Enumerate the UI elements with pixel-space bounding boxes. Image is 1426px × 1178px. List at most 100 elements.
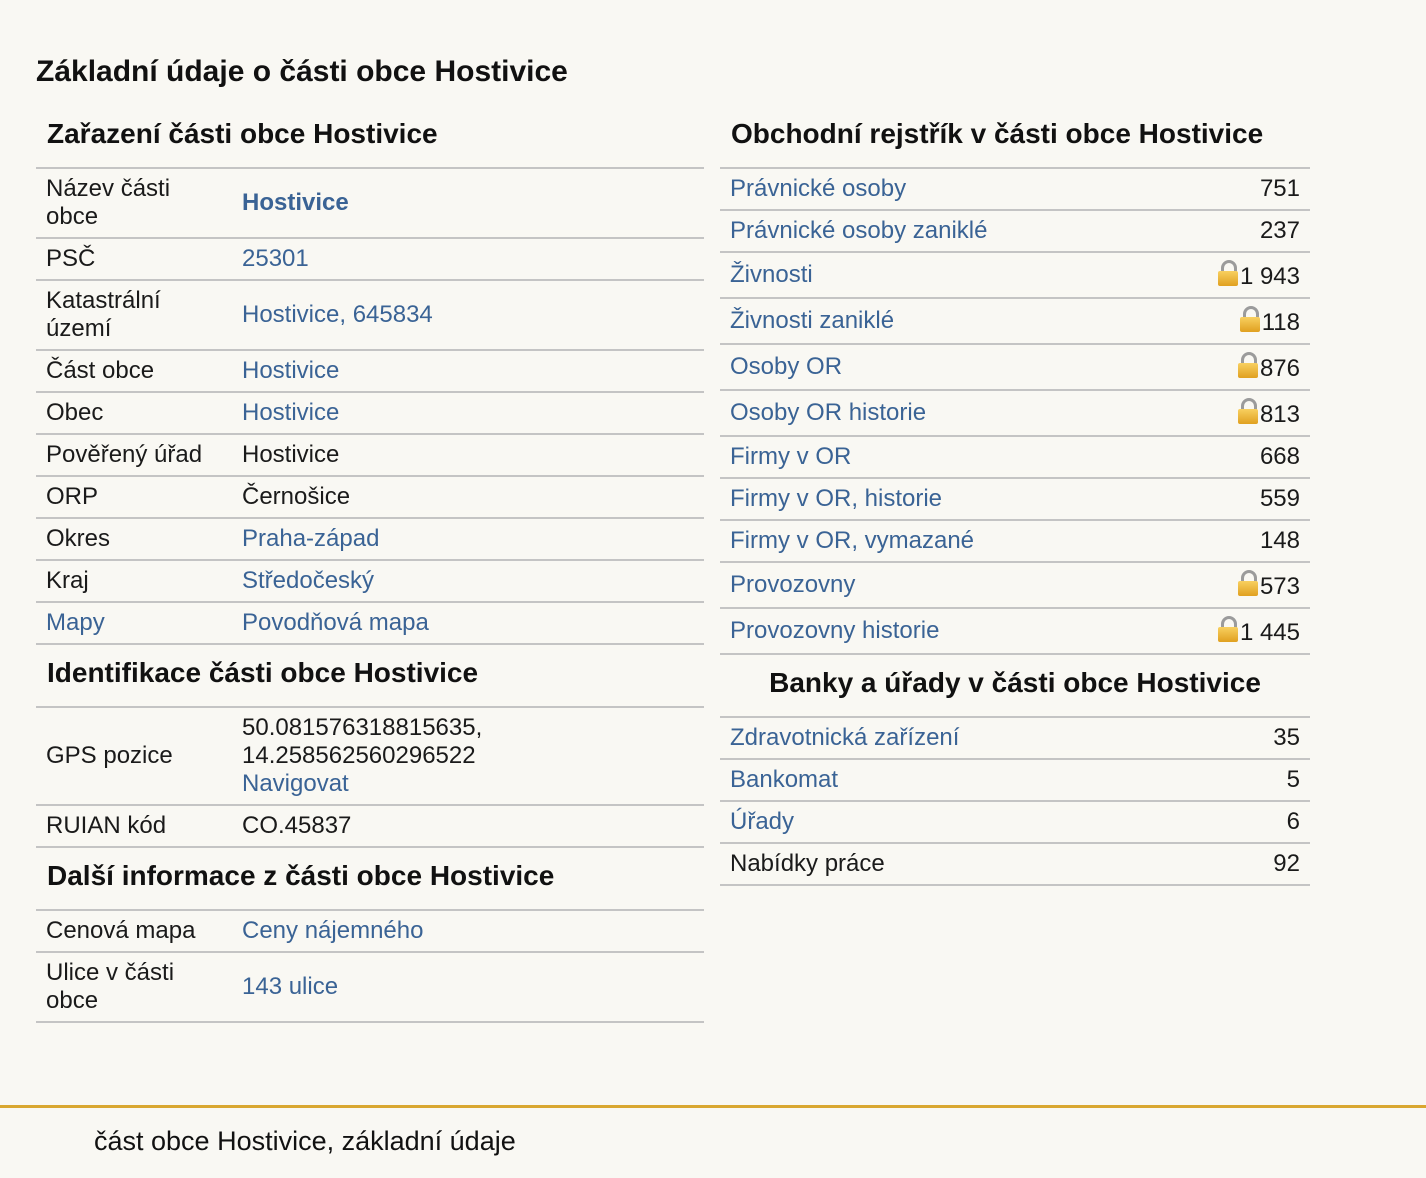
row-label: Kraj xyxy=(36,560,232,603)
table-row: Živnosti zaniklé 118 xyxy=(720,298,1310,345)
identifikace-table: GPS pozice 50.081576318815635, 14.258562… xyxy=(36,708,704,848)
row-count: 813 xyxy=(1259,400,1300,428)
row-count: 559 xyxy=(1120,478,1310,521)
lock-icon xyxy=(1239,305,1260,332)
lock-icon xyxy=(1237,569,1258,596)
table-row: Ulice v části obce 143 ulice xyxy=(36,952,704,1023)
row-label: Část obce xyxy=(36,350,232,393)
table-row: Okres Praha-západ xyxy=(36,518,704,561)
row-label: Okres xyxy=(36,518,232,561)
psc-link[interactable]: 25301 xyxy=(242,245,309,272)
dalsi-title: Další informace z části obce Hostivice xyxy=(47,860,555,891)
katastr-link[interactable]: Hostivice, 645834 xyxy=(242,301,433,328)
osoby-or-historie-link[interactable]: Osoby OR historie xyxy=(730,399,926,426)
urady-link[interactable]: Úřady xyxy=(730,808,794,835)
firmy-or-historie-link[interactable]: Firmy v OR, historie xyxy=(730,485,942,512)
table-row: Katastrální území Hostivice, 645834 xyxy=(36,280,704,351)
pravnicke-osoby-zanikle-link[interactable]: Právnické osoby zaniklé xyxy=(730,217,987,244)
table-row: Bankomat 5 xyxy=(720,759,1310,802)
zarazeni-title: Zařazení části obce Hostivice xyxy=(47,118,438,149)
table-row: RUIAN kód CO.45837 xyxy=(36,805,704,848)
zarazeni-table: Název části obce Hostivice PSČ 25301 Kat… xyxy=(36,169,704,645)
left-column: Zařazení části obce Hostivice Název část… xyxy=(36,112,704,1023)
banky-table: Zdravotnická zařízení 35 Bankomat 5 Úřad… xyxy=(720,718,1310,886)
row-count: 237 xyxy=(1120,210,1310,253)
table-row: Firmy v OR, vymazané 148 xyxy=(720,520,1310,563)
rejstrik-table: Právnické osoby 751 Právnické osoby zani… xyxy=(720,169,1310,655)
row-count: 1 445 xyxy=(1239,618,1300,646)
table-row: Název části obce Hostivice xyxy=(36,169,704,239)
obec-link[interactable]: Hostivice xyxy=(242,399,339,426)
table-row: Zdravotnická zařízení 35 xyxy=(720,718,1310,760)
table-row: Obec Hostivice xyxy=(36,392,704,435)
row-label: GPS pozice xyxy=(36,708,232,806)
navigovat-link[interactable]: Navigovat xyxy=(242,770,349,797)
provozovny-historie-link[interactable]: Provozovny historie xyxy=(730,617,939,644)
row-label: Katastrální území xyxy=(36,280,232,351)
identifikace-title: Identifikace části obce Hostivice xyxy=(47,657,479,688)
okres-link[interactable]: Praha-západ xyxy=(242,525,379,552)
table-row: Firmy v OR, historie 559 xyxy=(720,478,1310,521)
osoby-or-link[interactable]: Osoby OR xyxy=(730,353,842,380)
row-count: 92 xyxy=(1120,843,1310,886)
lock-icon xyxy=(1217,615,1238,642)
row-label: ORP xyxy=(36,476,232,519)
row-label: Cenová mapa xyxy=(36,911,232,953)
table-row: Živnosti 1 943 xyxy=(720,252,1310,299)
nazev-link[interactable]: Hostivice xyxy=(242,189,349,216)
firmy-or-link[interactable]: Firmy v OR xyxy=(730,443,851,470)
zivnosti-zanikle-link[interactable]: Živnosti zaniklé xyxy=(730,307,894,334)
nabidky-prace-label: Nabídky práce xyxy=(720,843,1120,886)
table-row: Firmy v OR 668 xyxy=(720,436,1310,479)
bankomat-link[interactable]: Bankomat xyxy=(730,766,838,793)
ruian-value: CO.45837 xyxy=(232,805,704,848)
lock-icon xyxy=(1237,397,1258,424)
povodnova-mapa-link[interactable]: Povodňová mapa xyxy=(242,609,429,636)
row-label: PSČ xyxy=(36,238,232,281)
right-column: Obchodní rejstřík v části obce Hostivice… xyxy=(720,112,1310,886)
footer-divider xyxy=(0,1105,1426,1108)
row-count: 751 xyxy=(1120,169,1310,211)
kraj-link[interactable]: Středočeský xyxy=(242,567,374,594)
row-label: Ulice v části obce xyxy=(36,952,232,1023)
table-row: Mapy Povodňová mapa xyxy=(36,602,704,645)
poverny-urad-value: Hostivice xyxy=(232,434,704,477)
page-title: Základní údaje o části obce Hostivice xyxy=(36,55,568,88)
table-row: Nabídky práce 92 xyxy=(720,843,1310,886)
lock-icon xyxy=(1237,351,1258,378)
row-count: 35 xyxy=(1120,718,1310,760)
row-count: 1 943 xyxy=(1239,262,1300,290)
dalsi-table: Cenová mapa Ceny nájemného Ulice v části… xyxy=(36,911,704,1023)
row-count: 148 xyxy=(1120,520,1310,563)
table-row: Osoby OR 876 xyxy=(720,344,1310,391)
provozovny-link[interactable]: Provozovny xyxy=(730,571,855,598)
row-label: Pověřený úřad xyxy=(36,434,232,477)
table-row: Osoby OR historie 813 xyxy=(720,390,1310,437)
mapy-link[interactable]: Mapy xyxy=(46,609,105,636)
pravnicke-osoby-link[interactable]: Právnické osoby xyxy=(730,175,906,202)
banky-title: Banky a úřady v části obce Hostivice xyxy=(769,667,1261,698)
row-label: Obec xyxy=(36,392,232,435)
table-row: Provozovny 573 xyxy=(720,562,1310,609)
row-label: RUIAN kód xyxy=(36,805,232,848)
table-row: Právnické osoby zaniklé 237 xyxy=(720,210,1310,253)
lock-icon xyxy=(1217,259,1238,286)
gps-lat: 50.081576318815635, xyxy=(242,714,483,741)
ceny-najemneho-link[interactable]: Ceny nájemného xyxy=(242,917,423,944)
zivnosti-link[interactable]: Živnosti xyxy=(730,261,813,288)
row-count: 5 xyxy=(1120,759,1310,802)
cast-obce-link[interactable]: Hostivice xyxy=(242,357,339,384)
ulice-link[interactable]: 143 ulice xyxy=(242,973,338,1000)
table-row: PSČ 25301 xyxy=(36,238,704,281)
table-row: Provozovny historie 1 445 xyxy=(720,608,1310,655)
row-count: 876 xyxy=(1259,354,1300,382)
table-row: Část obce Hostivice xyxy=(36,350,704,393)
row-count: 573 xyxy=(1259,572,1300,600)
zdravotnicka-zarizeni-link[interactable]: Zdravotnická zařízení xyxy=(730,724,959,751)
gps-lon: 14.258562560296522 xyxy=(242,742,476,769)
firmy-or-vymazane-link[interactable]: Firmy v OR, vymazané xyxy=(730,527,974,554)
rejstrik-title: Obchodní rejstřík v části obce Hostivice xyxy=(731,118,1264,149)
table-row: ORP Černošice xyxy=(36,476,704,519)
row-count: 118 xyxy=(1261,308,1300,336)
row-count: 668 xyxy=(1120,436,1310,479)
